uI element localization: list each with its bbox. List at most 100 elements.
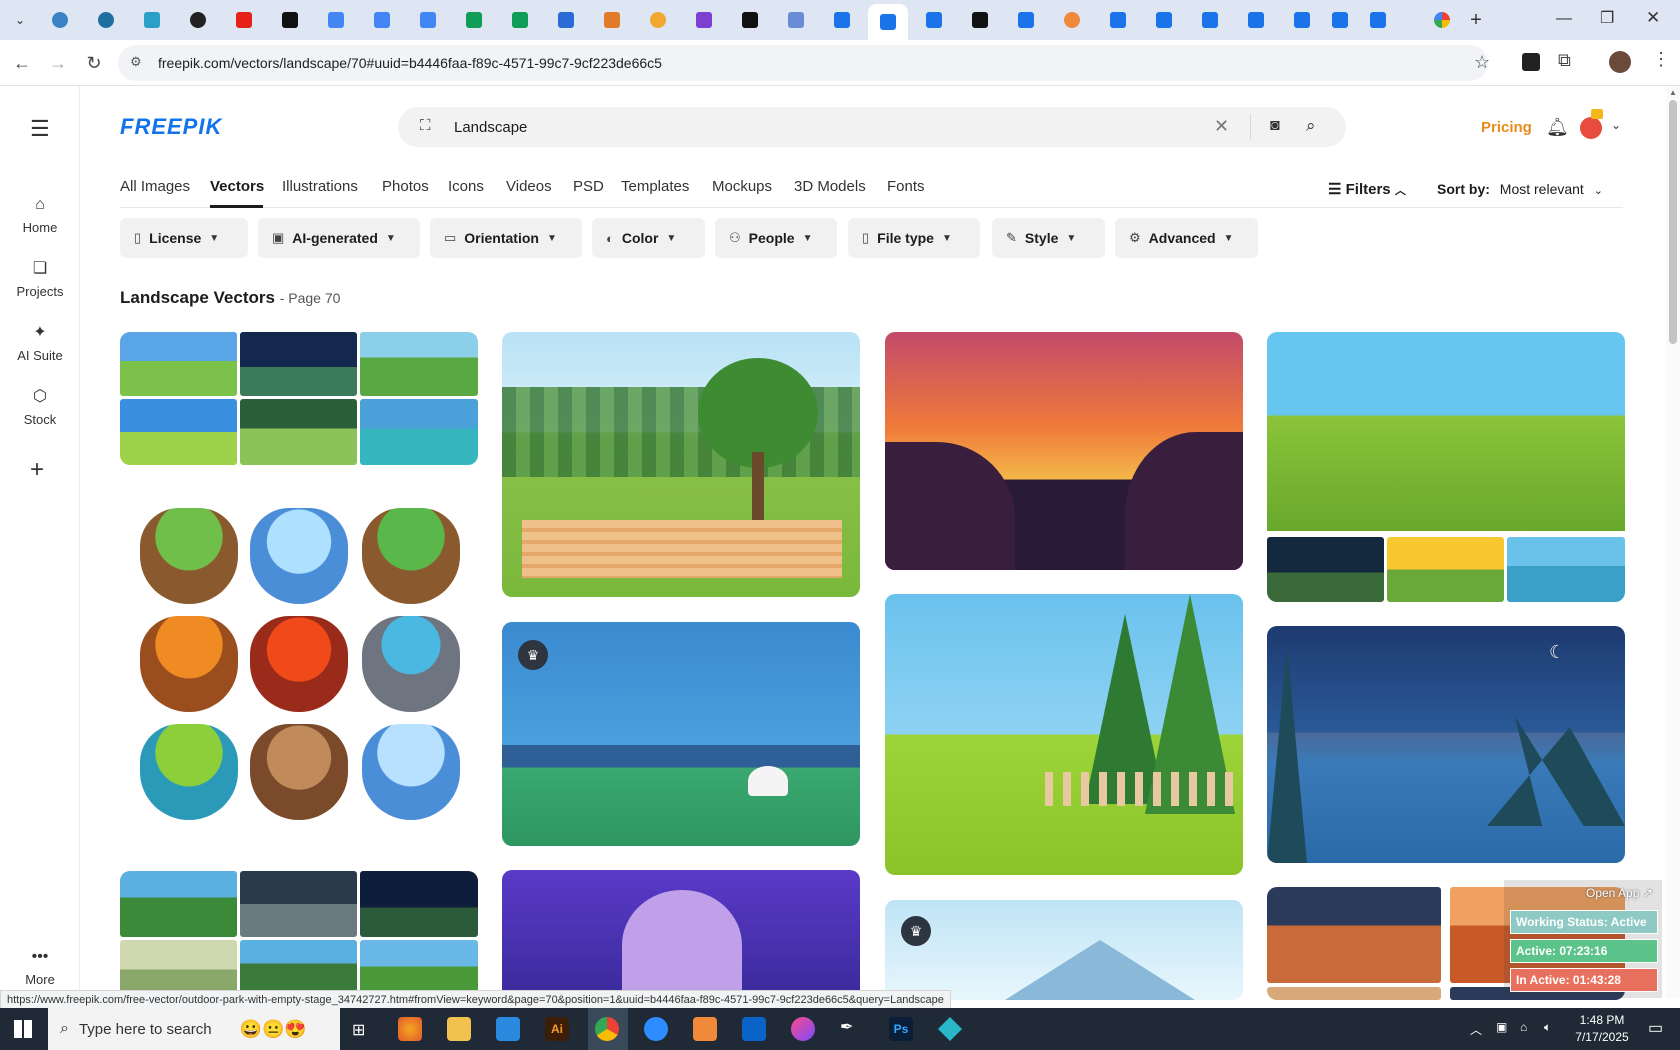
browser-menu-icon[interactable]: ⋮ xyxy=(1652,49,1670,70)
sidebar-item-more[interactable]: ••• More xyxy=(0,948,80,987)
clear-search-icon[interactable]: ✕ xyxy=(1214,116,1229,137)
zoom-icon[interactable] xyxy=(644,1017,668,1041)
tab-3d-models[interactable]: 3D Models xyxy=(794,178,866,195)
notifications-bell-icon[interactable]: 🔔︎ xyxy=(1546,117,1569,138)
photoshop-icon[interactable]: Ps xyxy=(889,1017,913,1041)
scrollbar-thumb[interactable] xyxy=(1669,100,1677,344)
site-info-icon[interactable]: ⚙ xyxy=(130,54,142,70)
browser-tab[interactable] xyxy=(598,8,626,32)
browser-tab[interactable] xyxy=(1428,8,1456,32)
browser-tab-active[interactable] xyxy=(868,4,908,40)
result-card-landscape-set[interactable] xyxy=(120,871,478,999)
new-tab-icon[interactable]: + xyxy=(1462,8,1490,32)
browser-tab[interactable] xyxy=(92,8,120,32)
search-type-icon[interactable]: ⛶ xyxy=(420,117,431,134)
task-view-icon[interactable]: ⊞ xyxy=(352,1020,365,1040)
tab-fonts[interactable]: Fonts xyxy=(887,178,925,195)
tab-templates[interactable]: Templates xyxy=(621,178,689,195)
file-explorer-icon[interactable] xyxy=(447,1017,471,1041)
back-icon[interactable]: ← xyxy=(10,51,34,75)
result-card-snow-mountains[interactable]: ♛ xyxy=(885,900,1243,1000)
filters-toggle-button[interactable]: ☰ Filters ︿ xyxy=(1328,180,1406,198)
browser-tab[interactable] xyxy=(736,8,764,32)
browser-tab[interactable] xyxy=(46,8,74,32)
user-avatar[interactable] xyxy=(1580,117,1602,139)
browser-tab[interactable] xyxy=(828,8,856,32)
forward-icon[interactable]: → xyxy=(46,51,70,75)
browser-tab[interactable] xyxy=(1104,8,1132,32)
clock-time[interactable]: 1:48 PM xyxy=(1572,1013,1632,1027)
windows-start-icon[interactable] xyxy=(14,1020,32,1038)
browser-tab[interactable] xyxy=(920,8,948,32)
tab-illustrations[interactable]: Illustrations xyxy=(282,178,358,195)
browser-tab[interactable] xyxy=(506,8,534,32)
account-chevron-down-icon[interactable]: ⌄ xyxy=(1611,118,1621,132)
result-card-sunset-beach[interactable] xyxy=(885,332,1243,570)
hamburger-menu-icon[interactable]: ☰ xyxy=(30,116,50,142)
browser-tab[interactable] xyxy=(1196,8,1224,32)
browser-tab[interactable] xyxy=(1012,8,1040,32)
filter-color[interactable]: ◐ Color ▼ xyxy=(592,218,705,258)
address-url[interactable]: freepik.com/vectors/landscape/70#uuid=b4… xyxy=(158,55,662,71)
browser-tab[interactable] xyxy=(230,8,258,32)
search-input[interactable]: Landscape xyxy=(454,119,527,136)
filter-license[interactable]: ▯ License ▼ xyxy=(120,218,248,258)
tray-chevron-up-icon[interactable]: ︿ xyxy=(1470,1021,1482,1038)
restore-icon[interactable]: ❐ xyxy=(1600,8,1614,28)
volume-icon[interactable]: 🔈︎ xyxy=(1544,1020,1551,1035)
browser-tab[interactable] xyxy=(322,8,350,32)
tab-icons[interactable]: Icons xyxy=(448,178,484,195)
open-app-link[interactable]: Open App ↗ xyxy=(1586,886,1653,900)
pen-tool-icon[interactable]: ✒ xyxy=(840,1017,864,1041)
creative-cloud-icon[interactable] xyxy=(791,1017,815,1041)
taskbar-search[interactable]: ⌕ Type here to search 😀😐😍 xyxy=(48,1008,340,1050)
filter-ai-generated[interactable]: ▣ AI-generated ▼ xyxy=(258,218,420,258)
reload-icon[interactable]: ↻ xyxy=(82,51,106,75)
add-icon[interactable]: + xyxy=(30,456,44,484)
scroll-up-icon[interactable]: ▲ xyxy=(1669,88,1677,97)
sidebar-item-home[interactable]: ⌂ Home xyxy=(0,196,80,235)
chrome-icon[interactable] xyxy=(595,1017,619,1041)
tray-app-icon[interactable]: ▣ xyxy=(1496,1020,1507,1034)
filter-file-type[interactable]: ▯ File type ▼ xyxy=(848,218,980,258)
browser-tab[interactable] xyxy=(184,8,212,32)
browser-tab[interactable] xyxy=(644,8,672,32)
sidebar-item-projects[interactable]: ❏ Projects xyxy=(0,260,80,299)
extension-icon[interactable] xyxy=(1522,53,1540,71)
result-card-mini-landscapes[interactable] xyxy=(120,332,478,465)
tab-mockups[interactable]: Mockups xyxy=(712,178,772,195)
extensions-puzzle-icon[interactable]: ⧉ xyxy=(1558,50,1571,71)
clock-date[interactable]: 7/17/2025 xyxy=(1568,1030,1636,1044)
minimize-icon[interactable]: — xyxy=(1556,10,1572,28)
address-bar[interactable]: ⚙ freepik.com/vectors/landscape/70#uuid=… xyxy=(118,45,1490,81)
tab-all-images[interactable]: All Images xyxy=(120,178,190,195)
sidebar-item-stock[interactable]: ⬡ Stock xyxy=(0,388,80,427)
close-window-icon[interactable]: ✕ xyxy=(1646,8,1660,28)
browser-tab[interactable] xyxy=(276,8,304,32)
tab-videos[interactable]: Videos xyxy=(506,178,552,195)
browser-tab[interactable] xyxy=(1288,8,1316,32)
tab-photos[interactable]: Photos xyxy=(382,178,429,195)
camera-search-icon[interactable]: ◙ xyxy=(1270,117,1280,135)
app-icon[interactable] xyxy=(938,1017,962,1041)
browser-tab[interactable] xyxy=(414,8,442,32)
browser-tab[interactable] xyxy=(138,8,166,32)
tab-search-icon[interactable]: ⌄ xyxy=(6,8,34,32)
browser-tab[interactable] xyxy=(1364,8,1392,32)
filter-style[interactable]: ✎ Style ▼ xyxy=(992,218,1105,258)
search-bar[interactable]: ⛶ Landscape ✕ ◙ ⌕ xyxy=(398,107,1346,147)
notification-center-icon[interactable]: ▭ xyxy=(1648,1018,1663,1038)
sort-dropdown[interactable]: Sort by: Most relevant ⌄ xyxy=(1437,181,1603,197)
page-scrollbar[interactable]: ▲ xyxy=(1666,86,1680,998)
filter-advanced[interactable]: ⚙ Advanced ▼ xyxy=(1115,218,1258,258)
result-card-blue-landscape[interactable]: ♛ xyxy=(502,622,860,846)
tab-psd[interactable]: PSD xyxy=(573,178,604,195)
result-card-outdoor-park-stage[interactable] xyxy=(502,332,860,597)
outlook-icon[interactable] xyxy=(742,1017,766,1041)
vscode-icon[interactable] xyxy=(496,1017,520,1041)
browser-tab[interactable] xyxy=(966,8,994,32)
browser-tab[interactable] xyxy=(1242,8,1270,32)
result-card-night-lake[interactable]: ☾ xyxy=(1267,626,1625,863)
browser-tab[interactable] xyxy=(1058,8,1086,32)
result-card-pine-forest-fence[interactable] xyxy=(885,594,1243,875)
